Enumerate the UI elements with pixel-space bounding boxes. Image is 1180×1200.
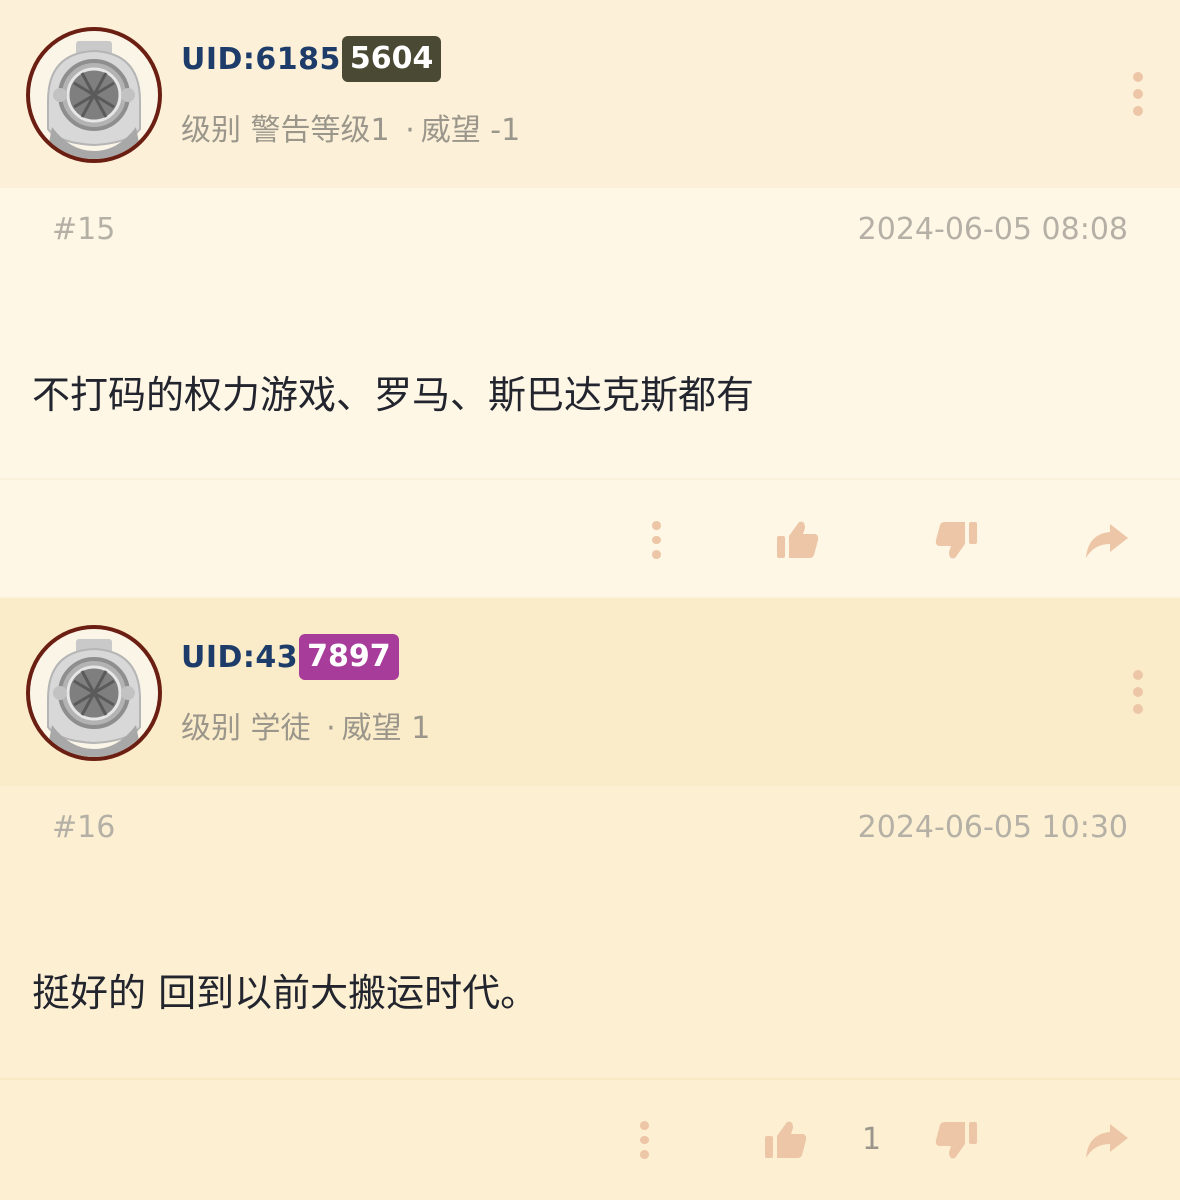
like-count: 1: [862, 1122, 882, 1157]
post-content: 不打码的权力游戏、罗马、斯巴达克斯都有: [32, 373, 755, 417]
user-id[interactable]: UID:43 7897: [181, 632, 399, 682]
reputation-label: 威望: [341, 711, 402, 746]
post-content: 挺好的 回到以前大搬运时代。: [32, 971, 539, 1015]
post-time: 2024-06-05 08:08: [857, 212, 1128, 247]
diving-helmet-icon: [46, 41, 142, 159]
reputation-label: 威望: [420, 113, 481, 148]
divider: [0, 478, 1180, 480]
more-vertical-icon[interactable]: [638, 1118, 650, 1162]
uid-prefix: UID:6185: [181, 41, 341, 77]
share-icon[interactable]: [1084, 518, 1130, 562]
post-15: UID:6185 5604 级别 警告等级1 · 威望 -1 #15 2024-0…: [0, 0, 1180, 596]
user-id[interactable]: UID:6185 5604: [181, 34, 442, 84]
thumbs-down-icon[interactable]: [934, 518, 980, 562]
post-header: UID:6185 5604 级别 警告等级1 · 威望 -1: [0, 0, 1180, 188]
diving-helmet-icon: [46, 639, 142, 757]
more-vertical-icon[interactable]: [650, 518, 662, 562]
meta-separator: ·: [405, 113, 415, 148]
uid-highlight-badge: 5604: [341, 36, 442, 82]
post-header: UID:43 7897 级别 学徒 · 威望 1: [0, 598, 1180, 786]
share-icon[interactable]: [1084, 1118, 1130, 1162]
uid-highlight-badge: 7897: [299, 634, 399, 680]
reputation-value: 1: [411, 711, 431, 746]
thumbs-up-icon[interactable]: [774, 518, 820, 562]
post-16: UID:43 7897 级别 学徒 · 威望 1 #16 2024-06-05 1…: [0, 598, 1180, 1200]
avatar[interactable]: [26, 625, 162, 761]
level-label: 级别: [181, 113, 241, 148]
more-vertical-icon[interactable]: [1132, 670, 1144, 714]
meta-separator: ·: [326, 711, 336, 746]
divider: [0, 1078, 1180, 1080]
post-time: 2024-06-05 10:30: [857, 810, 1128, 845]
level-value: 学徒: [250, 711, 311, 746]
avatar[interactable]: [26, 27, 162, 163]
thumbs-up-icon[interactable]: [762, 1118, 808, 1162]
floor-number: #15: [52, 212, 116, 247]
level-value: 警告等级1: [250, 113, 390, 148]
uid-prefix: UID:43: [181, 639, 299, 675]
floor-number: #16: [52, 810, 116, 845]
more-vertical-icon[interactable]: [1132, 72, 1144, 116]
thumbs-down-icon[interactable]: [934, 1118, 980, 1162]
post-actions: [0, 498, 1180, 578]
user-meta: 级别 警告等级1 · 威望 -1: [181, 105, 520, 149]
user-meta: 级别 学徒 · 威望 1: [181, 703, 430, 747]
reputation-value: -1: [490, 113, 521, 148]
post-actions: 1: [0, 1098, 1180, 1178]
level-label: 级别: [181, 711, 241, 746]
